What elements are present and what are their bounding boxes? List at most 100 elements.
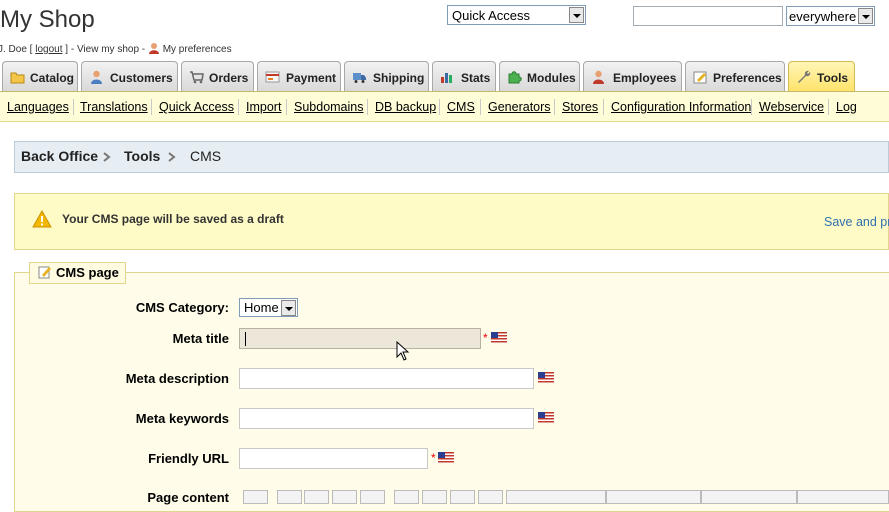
editor-button[interactable] [332, 490, 357, 504]
divider [238, 99, 239, 115]
chevron-down-icon[interactable] [569, 7, 584, 23]
text-caret [245, 332, 246, 346]
us-flag-icon[interactable] [538, 372, 554, 383]
divider [151, 99, 152, 115]
puzzle-icon [508, 71, 522, 84]
subtab-db-backup[interactable]: DB backup [375, 100, 436, 114]
tab-payment[interactable]: Payment [257, 61, 341, 91]
editor-dropdown[interactable] [606, 490, 701, 504]
editor-button[interactable] [360, 490, 385, 504]
search-input[interactable] [633, 6, 783, 26]
draft-warning: Your CMS page will be saved as a draft S… [14, 193, 889, 250]
truck-icon [353, 73, 366, 83]
cart-icon [190, 71, 204, 84]
chevron-down-icon[interactable] [281, 300, 296, 316]
tab-label: Modules [527, 71, 576, 85]
friendly-url-input[interactable] [239, 448, 428, 469]
subtab-log[interactable]: Log [836, 100, 857, 114]
tab-preferences[interactable]: Preferences [685, 61, 785, 91]
divider [367, 99, 368, 115]
meta-keywords-input[interactable] [239, 408, 534, 429]
editor-button[interactable] [422, 490, 447, 504]
subtab-generators[interactable]: Generators [488, 100, 551, 114]
wrench-icon [798, 70, 811, 83]
divider [603, 99, 604, 115]
meta-keywords-label: Meta keywords [135, 411, 229, 426]
logout-link[interactable]: logout [35, 44, 62, 55]
warning-icon [32, 210, 52, 228]
tab-customers[interactable]: Customers [81, 61, 178, 91]
breadcrumb-tools[interactable]: Tools [124, 148, 160, 164]
breadcrumb: Back Office Tools CMS [14, 141, 889, 173]
subtab-quick-access[interactable]: Quick Access [159, 100, 234, 114]
employee-icon [593, 70, 604, 84]
tab-catalog[interactable]: Catalog [2, 61, 78, 91]
us-flag-icon[interactable] [438, 452, 454, 463]
tab-label: Stats [461, 71, 491, 85]
editor-button[interactable] [478, 490, 503, 504]
tab-modules[interactable]: Modules [499, 61, 580, 91]
editor-button[interactable] [243, 490, 268, 504]
meta-description-label: Meta description [125, 371, 229, 386]
tab-shipping[interactable]: Shipping [344, 61, 429, 91]
tab-label: Employees [613, 71, 677, 85]
subtab-import[interactable]: Import [246, 100, 281, 114]
tab-orders[interactable]: Orders [181, 61, 254, 91]
subtab-languages[interactable]: Languages [7, 100, 69, 114]
editor-button[interactable] [277, 490, 302, 504]
subtab-stores[interactable]: Stores [562, 100, 598, 114]
divider [73, 99, 74, 115]
search-scope-select[interactable]: everywhere [786, 6, 875, 26]
quick-access-select[interactable]: Quick Access [447, 5, 586, 25]
tab-label: Preferences [713, 71, 782, 85]
tab-tools[interactable]: Tools [788, 61, 855, 91]
user-line: J. Doe [ logout ] - View my shop - My pr… [0, 42, 232, 55]
search-scope-value: everywhere [789, 9, 857, 24]
editor-button[interactable] [394, 490, 419, 504]
tab-label: Orders [209, 71, 249, 85]
breadcrumb-cms: CMS [190, 148, 222, 164]
customer-icon [91, 70, 102, 84]
editor-button[interactable] [304, 490, 329, 504]
meta-title-input[interactable] [239, 328, 481, 349]
divider [554, 99, 555, 115]
editor-button[interactable] [450, 490, 475, 504]
editor-dropdown[interactable] [701, 490, 797, 504]
subtab-configuration-information[interactable]: Configuration Information [611, 100, 751, 114]
breadcrumb-back-office[interactable]: Back Office [21, 148, 98, 164]
cms-category-label: CMS Category: [135, 300, 229, 315]
payment-icon [265, 71, 280, 83]
editor-dropdown[interactable] [797, 490, 889, 504]
friendly-url-label: Friendly URL [148, 451, 229, 466]
cms-category-select[interactable]: Home [239, 298, 298, 317]
subtab-subdomains[interactable]: Subdomains [294, 100, 364, 114]
divider [480, 99, 481, 115]
us-flag-icon[interactable] [491, 332, 507, 343]
editor-toolbar [239, 490, 889, 504]
chevron-down-icon[interactable] [858, 8, 873, 24]
view-shop-text: ] - View my shop - [65, 44, 146, 55]
save-and-preview-link[interactable]: Save and pr [824, 215, 889, 229]
us-flag-icon[interactable] [538, 412, 554, 423]
divider [828, 99, 829, 115]
subtab-cms[interactable]: CMS [447, 100, 475, 114]
editor-dropdown[interactable] [506, 490, 606, 504]
tab-label: Shipping [373, 71, 425, 85]
required-marker: * [483, 331, 488, 345]
tab-label: Catalog [30, 71, 75, 85]
subtab-translations[interactable]: Translations [80, 100, 148, 114]
main-tabs: Catalog Customers Orders Payment Shippin… [0, 61, 889, 92]
tab-label: Payment [286, 71, 337, 85]
subtab-webservice[interactable]: Webservice [759, 100, 824, 114]
edit-page-icon [38, 266, 51, 279]
tab-employees[interactable]: Employees [583, 61, 682, 91]
meta-description-input[interactable] [239, 368, 534, 389]
sub-navigation: Languages Translations Quick Access Impo… [0, 92, 889, 122]
my-preferences-link[interactable]: My preferences [163, 44, 232, 55]
cms-page-legend: CMS page [29, 262, 126, 284]
divider [286, 99, 287, 115]
tab-label: Tools [817, 71, 849, 85]
divider [751, 99, 752, 115]
tab-stats[interactable]: Stats [432, 61, 496, 91]
folder-icon [10, 72, 25, 84]
